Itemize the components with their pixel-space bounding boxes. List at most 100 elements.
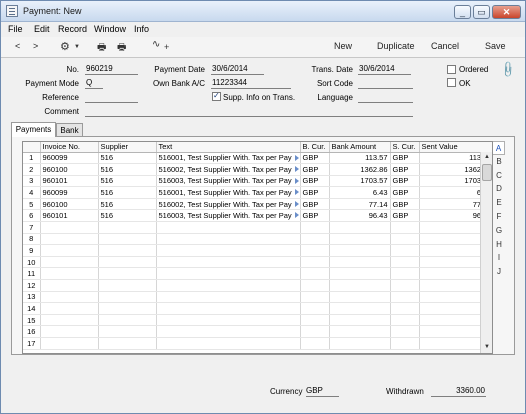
supplier-cell[interactable]: [98, 267, 157, 281]
bank-amount-cell[interactable]: [329, 256, 391, 269]
bank-amount-cell[interactable]: 77.14: [329, 198, 391, 211]
maximize-button[interactable]: ▭: [473, 5, 490, 19]
bank-amount-cell[interactable]: 1703.57: [329, 175, 391, 188]
currency-field[interactable]: GBP: [306, 386, 339, 397]
plus-icon[interactable]: +: [164, 42, 169, 52]
grid-scrollbar[interactable]: ▲ ▼: [480, 152, 492, 353]
new-button[interactable]: New: [334, 41, 352, 51]
invoice-no-cell[interactable]: 960101: [40, 175, 99, 188]
menu-info[interactable]: Info: [134, 24, 149, 34]
supplier-currency-cell[interactable]: GBP: [390, 175, 420, 188]
bank-currency-cell[interactable]: [300, 279, 330, 292]
invoice-no-cell[interactable]: [40, 244, 99, 257]
print-icon[interactable]: 🖶: [97, 40, 106, 57]
text-cell[interactable]: 516002, Test Supplier With. Tax per Pay: [156, 198, 301, 211]
bank-currency-cell[interactable]: [300, 302, 330, 315]
bank-amount-cell[interactable]: 96.43: [329, 209, 391, 223]
menu-window[interactable]: Window: [94, 24, 126, 34]
menu-edit[interactable]: Edit: [34, 24, 50, 34]
invoice-no-cell[interactable]: [40, 221, 99, 234]
supplier-cell[interactable]: [98, 233, 157, 246]
supplier-cell[interactable]: [98, 302, 157, 315]
text-cell[interactable]: 516001, Test Supplier With. Tax per Pay: [156, 152, 301, 165]
invoice-no-cell[interactable]: [40, 267, 99, 281]
bank-currency-cell[interactable]: [300, 337, 330, 350]
bank-amount-cell[interactable]: [329, 279, 391, 292]
invoice-no-cell[interactable]: [40, 291, 99, 304]
bank-currency-cell[interactable]: [300, 291, 330, 304]
invoice-no-cell[interactable]: 960099: [40, 186, 99, 199]
bank-currency-cell[interactable]: [300, 221, 330, 234]
supplier-currency-cell[interactable]: [390, 337, 420, 350]
invoice-no-cell[interactable]: [40, 314, 99, 327]
bank-currency-cell[interactable]: [300, 244, 330, 257]
letter-tab-h[interactable]: H: [493, 238, 505, 252]
letter-tab-a[interactable]: A: [493, 141, 505, 155]
scroll-thumb[interactable]: [482, 164, 492, 181]
bank-amount-cell[interactable]: [329, 291, 391, 304]
supplier-cell[interactable]: [98, 279, 157, 292]
text-cell[interactable]: [156, 233, 301, 246]
supplier-currency-cell[interactable]: [390, 314, 420, 327]
supplier-cell[interactable]: [98, 221, 157, 234]
text-cell[interactable]: [156, 337, 301, 350]
menu-record[interactable]: Record: [58, 24, 87, 34]
supplier-currency-cell[interactable]: GBP: [390, 209, 420, 223]
invoice-no-cell[interactable]: [40, 279, 99, 292]
bank-amount-cell[interactable]: [329, 221, 391, 234]
menu-file[interactable]: File: [8, 24, 23, 34]
bank-amount-cell[interactable]: 6.43: [329, 186, 391, 199]
invoice-no-cell[interactable]: [40, 233, 99, 246]
bank-currency-cell[interactable]: GBP: [300, 198, 330, 211]
comment-field[interactable]: [85, 106, 413, 117]
supplier-cell[interactable]: 516: [98, 163, 157, 176]
supplier-currency-cell[interactable]: [390, 291, 420, 304]
invoice-no-cell[interactable]: 960101: [40, 209, 99, 223]
bank-amount-cell[interactable]: [329, 337, 391, 350]
close-button[interactable]: ✕: [492, 5, 521, 19]
bank-currency-cell[interactable]: GBP: [300, 175, 330, 188]
text-cell[interactable]: [156, 256, 301, 269]
paste-arrow-icon[interactable]: [294, 166, 299, 173]
text-cell[interactable]: [156, 279, 301, 292]
paste-arrow-icon[interactable]: [294, 189, 299, 196]
text-cell[interactable]: [156, 244, 301, 257]
letter-tab-d[interactable]: D: [493, 182, 505, 196]
invoice-no-cell[interactable]: [40, 256, 99, 269]
paperclip-icon[interactable]: 📎: [498, 60, 517, 79]
reference-field[interactable]: [85, 92, 138, 103]
chevron-down-icon[interactable]: ▼: [74, 44, 80, 50]
text-cell[interactable]: 516003, Test Supplier With. Tax per Pay: [156, 175, 301, 188]
paste-arrow-icon[interactable]: [294, 212, 299, 219]
supplier-currency-cell[interactable]: GBP: [390, 152, 420, 165]
paste-arrow-icon[interactable]: [294, 177, 299, 184]
letter-tab-e[interactable]: E: [493, 196, 505, 210]
ordered-checkbox[interactable]: [447, 65, 456, 74]
gear-icon[interactable]: ⚙: [60, 40, 70, 53]
supplier-cell[interactable]: [98, 256, 157, 269]
invoice-no-cell[interactable]: [40, 302, 99, 315]
supplier-currency-cell[interactable]: [390, 267, 420, 281]
invoice-no-cell[interactable]: [40, 325, 99, 338]
tab-payments[interactable]: Payments: [11, 122, 56, 137]
language-field[interactable]: [358, 92, 413, 103]
withdrawn-field[interactable]: 3360.00: [431, 386, 486, 397]
minimize-button[interactable]: _: [454, 5, 471, 19]
supplier-currency-cell[interactable]: [390, 233, 420, 246]
supplier-cell[interactable]: 516: [98, 152, 157, 165]
activity-icon[interactable]: ∿: [152, 39, 160, 50]
payment-date-field[interactable]: 30/6/2014: [211, 64, 264, 75]
supplier-cell[interactable]: 516: [98, 198, 157, 211]
invoice-no-cell[interactable]: 960100: [40, 198, 99, 211]
supplier-currency-cell[interactable]: [390, 221, 420, 234]
supplier-cell[interactable]: 516: [98, 175, 157, 188]
supplier-cell[interactable]: [98, 291, 157, 304]
print-preview-icon[interactable]: 🖶: [117, 40, 126, 57]
supplier-currency-cell[interactable]: [390, 256, 420, 269]
bank-amount-cell[interactable]: [329, 302, 391, 315]
cancel-button[interactable]: Cancel: [431, 41, 459, 51]
bank-amount-cell[interactable]: 113.57: [329, 152, 391, 165]
supplier-cell[interactable]: [98, 325, 157, 338]
text-cell[interactable]: [156, 325, 301, 338]
trans-date-field[interactable]: 30/6/2014: [358, 64, 411, 75]
